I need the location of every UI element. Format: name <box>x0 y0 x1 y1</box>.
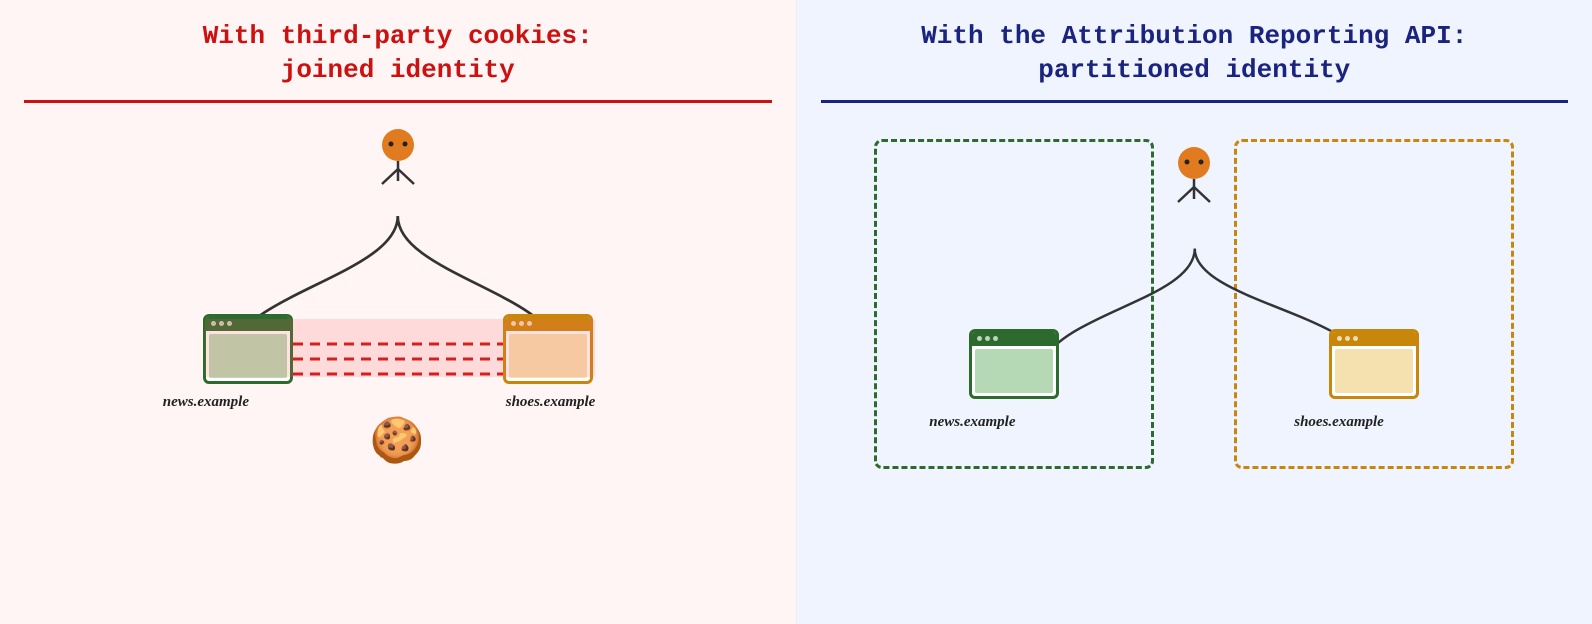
right-divider <box>821 100 1569 103</box>
left-site-label-left: news.example <box>163 394 249 411</box>
right-panel: With the Attribution Reporting API: part… <box>797 0 1592 624</box>
right-title: With the Attribution Reporting API: part… <box>821 20 1569 88</box>
person-icon-left <box>372 129 424 191</box>
red-highlight <box>205 319 595 377</box>
right-diagram: news.example shoes.example <box>821 119 1569 604</box>
cookie-icon: 🍪 <box>370 414 425 466</box>
right-site-label-left: shoes.example <box>506 394 596 411</box>
person-icon-right <box>1168 147 1220 209</box>
right-site-label-right: shoes.example <box>1294 414 1384 431</box>
left-browser-right <box>969 329 1059 399</box>
right-browser-right <box>1329 329 1419 399</box>
left-panel: With third-party cookies: joined identit… <box>0 0 797 624</box>
left-title: With third-party cookies: joined identit… <box>24 20 772 88</box>
left-diagram: 🍪 news.example shoes.example <box>24 119 772 604</box>
left-divider <box>24 100 772 103</box>
left-site-label-right: news.example <box>929 414 1015 431</box>
